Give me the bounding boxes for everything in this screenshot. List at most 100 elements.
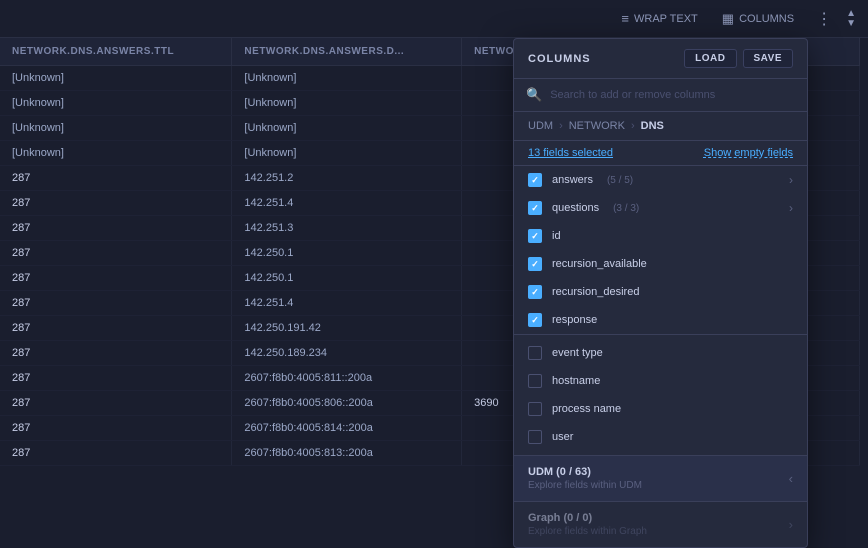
field-name-label: id [552, 230, 561, 242]
field-checkbox[interactable] [528, 402, 542, 416]
more-options-button[interactable]: ⋮ [810, 5, 838, 33]
unchecked-fields-section: event type hostname process name user [514, 334, 807, 455]
columns-icon: ▦ [722, 11, 734, 27]
columns-panel-actions: LOAD SAVE [684, 49, 793, 68]
field-name-label: user [552, 431, 573, 443]
search-box: 🔍 [514, 79, 807, 112]
checked-field-row[interactable]: recursion_desired [514, 278, 807, 306]
unchecked-field-row[interactable]: event type [514, 339, 807, 367]
selected-count[interactable]: 13 fields selected [528, 147, 613, 159]
field-checkbox[interactable] [528, 346, 542, 360]
table-cell: 287 [0, 366, 232, 391]
table-cell: [Unknown] [232, 141, 462, 166]
section-name-label: Graph (0 / 0) [528, 512, 647, 524]
expand-field-icon[interactable]: › [789, 173, 793, 187]
table-cell: 287 [0, 191, 232, 216]
checked-field-row[interactable]: response [514, 306, 807, 334]
field-count-label: (3 / 3) [613, 203, 639, 214]
unchecked-field-row[interactable]: user [514, 423, 807, 451]
field-name-label: process name [552, 403, 621, 415]
checked-fields-section: answers (5 / 5) › questions (3 / 3) › id recurs… [514, 166, 807, 334]
table-cell: 142.250.1 [232, 241, 462, 266]
table-cell: 287 [0, 216, 232, 241]
table-cell: 142.251.3 [232, 216, 462, 241]
col-header-answers-d: NETWORK.DNS.ANSWERS.D... [232, 38, 462, 66]
summary-row: 13 fields selected Show empty fields [514, 141, 807, 166]
table-cell: 287 [0, 441, 232, 466]
field-checkbox[interactable] [528, 374, 542, 388]
table-cell: 2607:f8b0:4005:806::200a [232, 391, 462, 416]
breadcrumb-current: DNS [641, 120, 664, 132]
toolbar: ≡ WRAP TEXT ▦ COLUMNS ⋮ ▲▼ [0, 0, 868, 38]
field-checkbox[interactable] [528, 430, 542, 444]
table-cell: 287 [0, 266, 232, 291]
field-checkbox[interactable] [528, 285, 542, 299]
load-button[interactable]: LOAD [684, 49, 736, 68]
table-cell: 142.250.191.42 [232, 316, 462, 341]
checked-field-row[interactable]: questions (3 / 3) › [514, 194, 807, 222]
table-cell: 287 [0, 341, 232, 366]
breadcrumb: UDM › NETWORK › DNS [514, 112, 807, 141]
checked-field-row[interactable]: answers (5 / 5) › [514, 166, 807, 194]
field-checkbox[interactable] [528, 229, 542, 243]
field-name-label: questions [552, 202, 599, 214]
wrap-text-button[interactable]: ≡ WRAP TEXT [613, 7, 705, 30]
columns-panel-header: COLUMNS LOAD SAVE [514, 39, 807, 79]
table-cell: [Unknown] [232, 116, 462, 141]
table-cell: 142.250.1 [232, 266, 462, 291]
field-checkbox[interactable] [528, 257, 542, 271]
field-checkbox[interactable] [528, 173, 542, 187]
table-cell: 287 [0, 291, 232, 316]
wrap-text-label: WRAP TEXT [634, 13, 698, 25]
table-cell: 142.251.4 [232, 291, 462, 316]
expand-field-icon[interactable]: › [789, 201, 793, 215]
table-cell: [Unknown] [0, 66, 232, 91]
field-count-label: (5 / 5) [607, 175, 633, 186]
checked-field-row[interactable]: id [514, 222, 807, 250]
columns-panel-title: COLUMNS [528, 53, 591, 65]
wrap-text-icon: ≡ [621, 11, 629, 26]
udm-section-header[interactable]: UDM (0 / 63) Explore fields within UDM ‹ [514, 456, 807, 501]
field-checkbox[interactable] [528, 313, 542, 327]
sections-group: UDM (0 / 63) Explore fields within UDM ‹ Gr… [514, 455, 807, 547]
table-cell: [Unknown] [0, 116, 232, 141]
graph-section-header[interactable]: Graph (0 / 0)Explore fields within Graph… [514, 502, 807, 547]
unchecked-field-row[interactable]: process name [514, 395, 807, 423]
section-desc-label: Explore fields within UDM [528, 480, 642, 491]
save-button[interactable]: SAVE [743, 49, 794, 68]
field-name-label: answers [552, 174, 593, 186]
breadcrumb-level2[interactable]: NETWORK [569, 120, 625, 132]
table-cell: [Unknown] [0, 91, 232, 116]
field-name-label: hostname [552, 375, 600, 387]
table-cell: [Unknown] [0, 141, 232, 166]
udm-chevron-icon[interactable]: ‹ [789, 471, 793, 486]
sort-arrows[interactable]: ▲▼ [846, 9, 856, 29]
col-header-ttl: NETWORK.DNS.ANSWERS.TTL [0, 38, 232, 66]
table-cell: 2607:f8b0:4005:811::200a [232, 366, 462, 391]
columns-label: COLUMNS [739, 13, 794, 25]
table-cell: 2607:f8b0:4005:814::200a [232, 416, 462, 441]
field-name-label: response [552, 314, 597, 326]
search-input[interactable] [550, 89, 795, 101]
breadcrumb-root[interactable]: UDM [528, 120, 553, 132]
section-name-label: UDM (0 / 63) [528, 466, 642, 478]
search-icon: 🔍 [526, 87, 542, 103]
unchecked-field-row[interactable]: hostname [514, 367, 807, 395]
table-cell: 142.251.2 [232, 166, 462, 191]
breadcrumb-sep1: › [559, 120, 563, 132]
table-cell: 142.250.189.234 [232, 341, 462, 366]
graph-chevron-icon[interactable]: › [789, 517, 793, 532]
checked-field-row[interactable]: recursion_available [514, 250, 807, 278]
field-checkbox[interactable] [528, 201, 542, 215]
breadcrumb-sep2: › [631, 120, 635, 132]
table-cell: 287 [0, 416, 232, 441]
table-cell: 287 [0, 316, 232, 341]
field-name-label: recursion_available [552, 258, 647, 270]
table-cell: 287 [0, 391, 232, 416]
show-empty-fields[interactable]: Show empty fields [704, 147, 793, 159]
columns-button[interactable]: ▦ COLUMNS [714, 7, 802, 31]
table-cell: [Unknown] [232, 91, 462, 116]
field-name-label: recursion_desired [552, 286, 639, 298]
table-cell: 287 [0, 166, 232, 191]
table-cell: 142.251.4 [232, 191, 462, 216]
